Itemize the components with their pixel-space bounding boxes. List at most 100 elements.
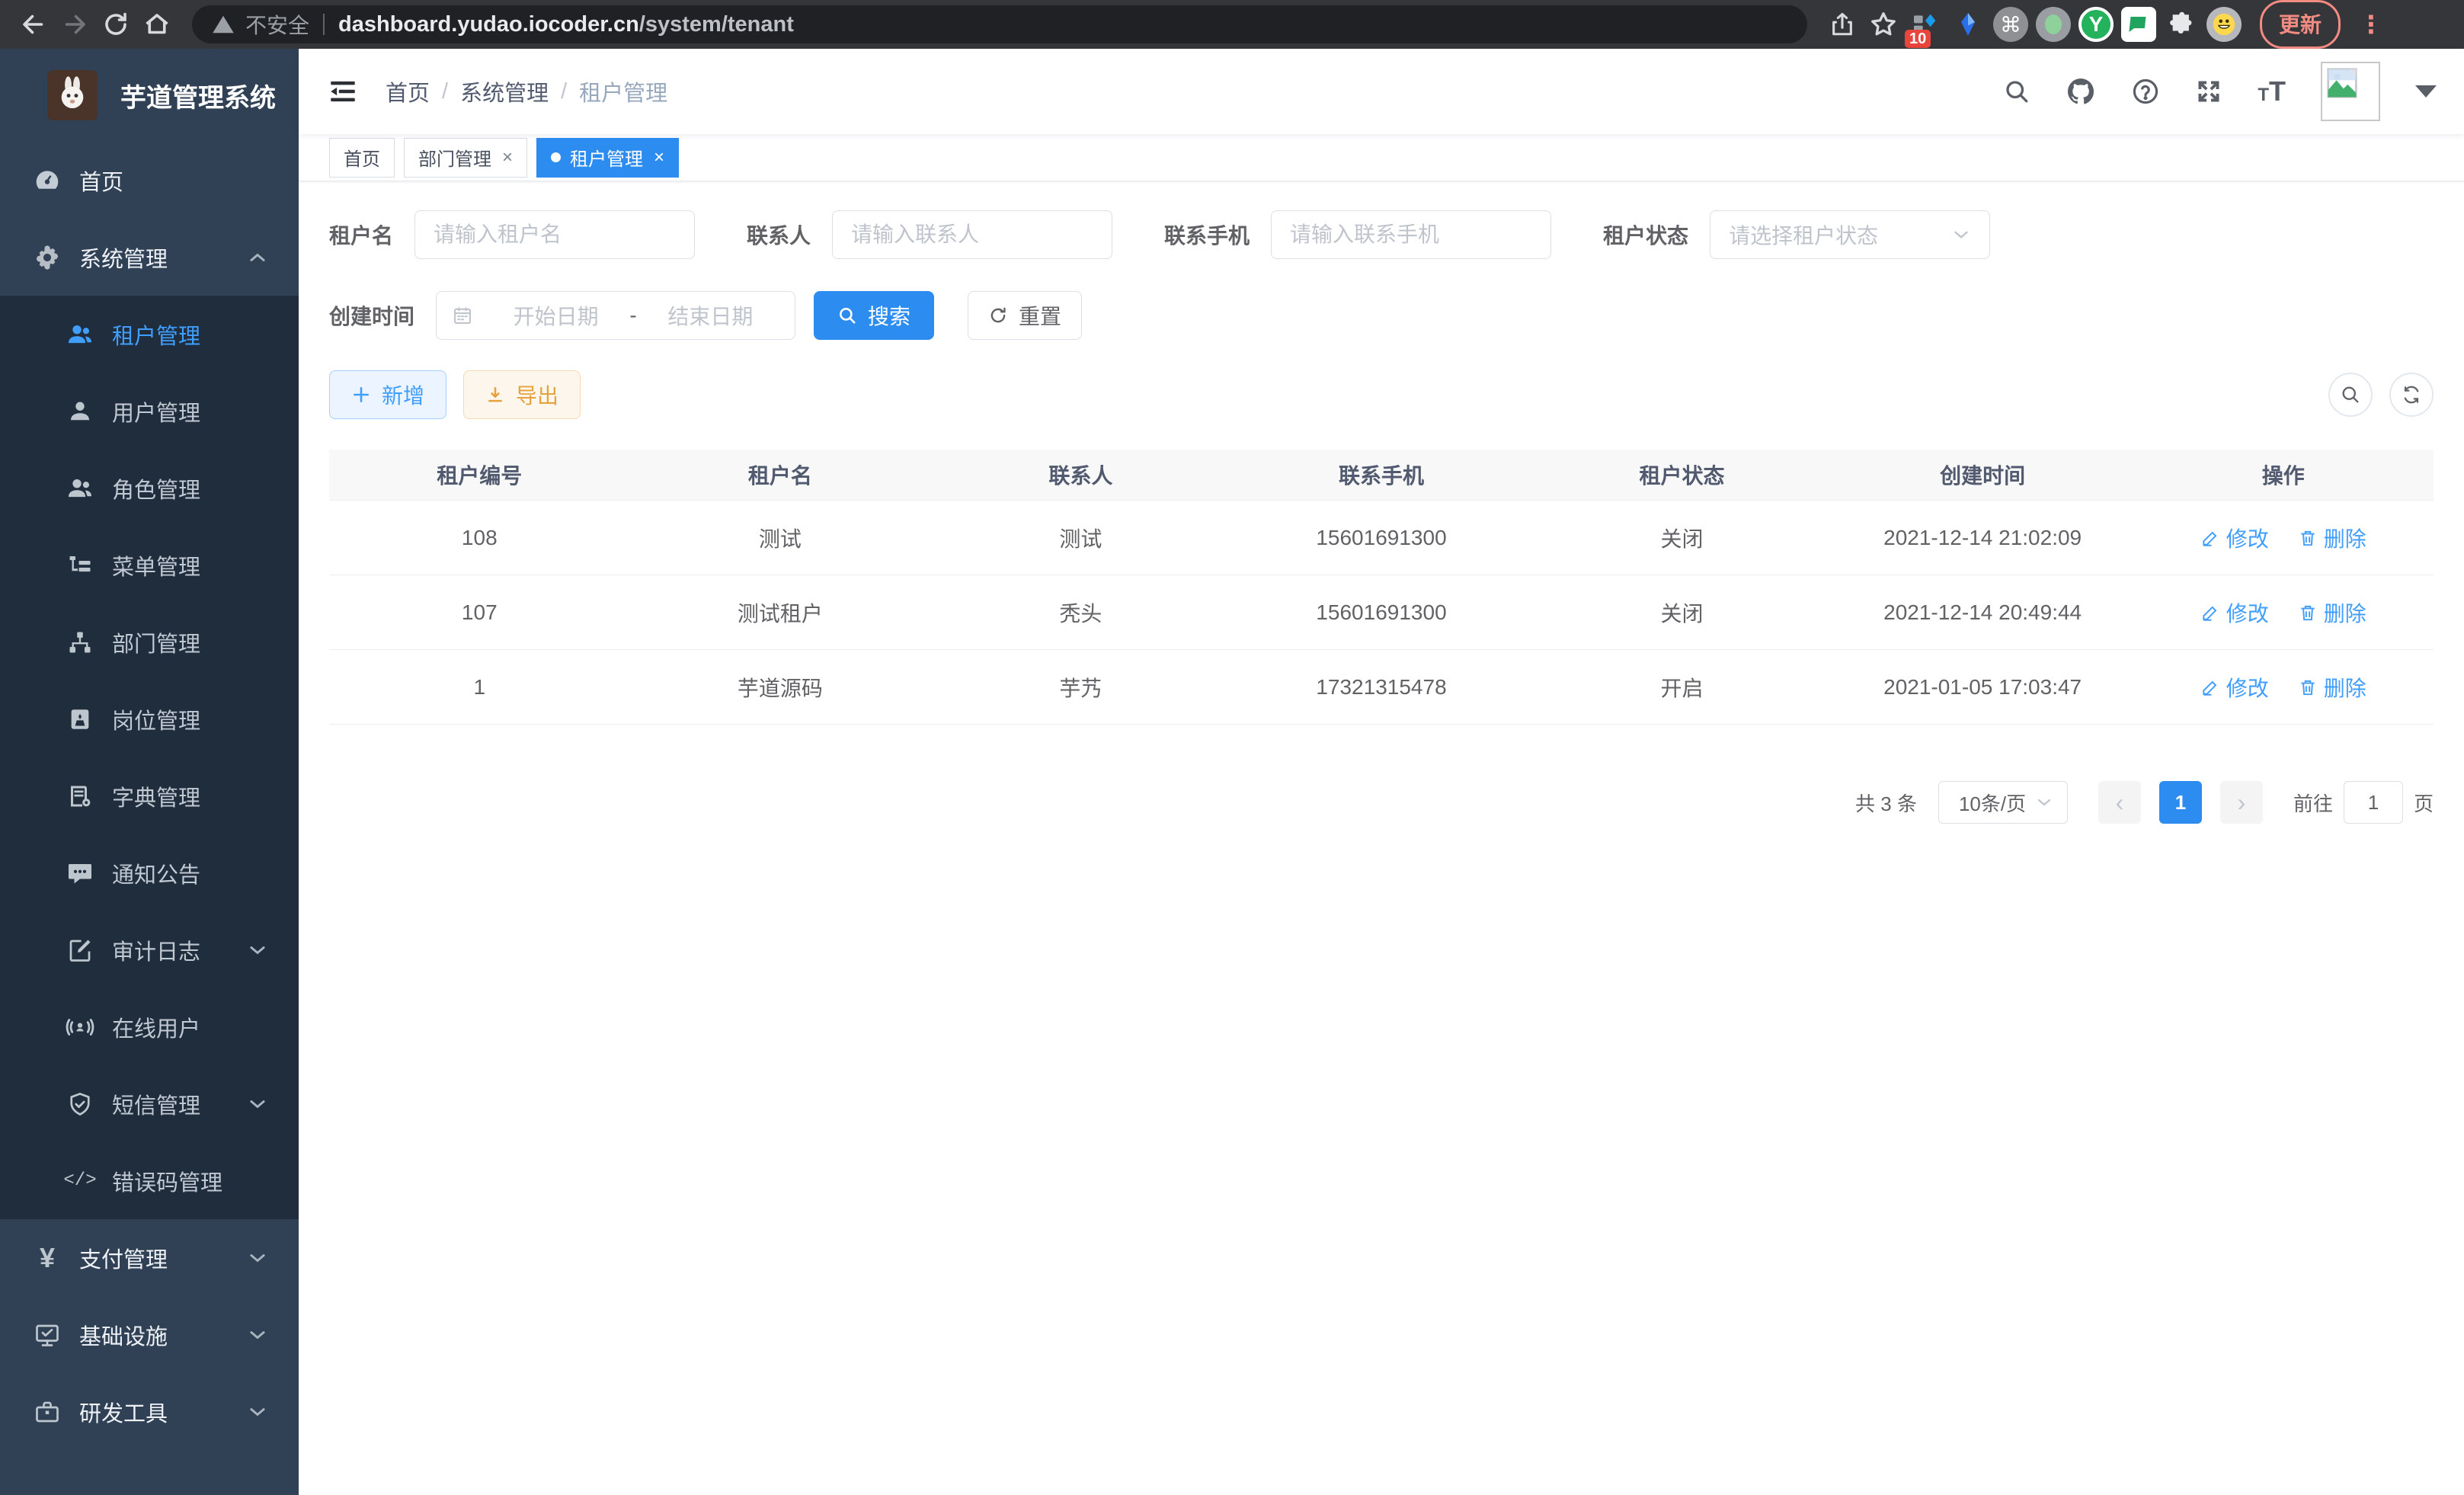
- fullscreen-icon[interactable]: [2195, 78, 2222, 105]
- show-search-toggle-button[interactable]: [2328, 373, 2373, 417]
- extension-green-dot-icon[interactable]: [2036, 7, 2071, 42]
- extension-tag-manager-icon[interactable]: 10: [1908, 7, 1943, 42]
- delete-button[interactable]: 删除: [2298, 672, 2366, 703]
- sidebar-item-label: 租户管理: [112, 319, 200, 351]
- search-button[interactable]: 搜索: [814, 291, 934, 340]
- edit-button[interactable]: 修改: [2200, 597, 2269, 628]
- caret-down-icon[interactable]: [2415, 85, 2437, 98]
- status-select[interactable]: 请选择租户状态: [1710, 210, 1990, 259]
- current-page-button[interactable]: 1: [2159, 781, 2202, 824]
- sidebar-item-infra[interactable]: 基础设施: [0, 1296, 299, 1373]
- share-icon[interactable]: [1826, 8, 1859, 41]
- edit-button[interactable]: 修改: [2200, 672, 2269, 703]
- breadcrumb-separator: /: [442, 79, 448, 104]
- tab-home[interactable]: 首页: [329, 138, 395, 178]
- reload-icon[interactable]: [99, 8, 133, 41]
- sidebar-item-label: 审计日志: [112, 934, 200, 966]
- sidebar-fold-icon[interactable]: [326, 75, 360, 108]
- download-icon: [485, 385, 505, 405]
- delete-button[interactable]: 删除: [2298, 597, 2366, 628]
- page-content: 租户名 联系人 联系手机 租户状态 请选择租户状态: [299, 181, 2464, 1495]
- mobile-input[interactable]: [1271, 210, 1551, 259]
- reset-button[interactable]: 重置: [968, 291, 1082, 340]
- sidebar-item-dept[interactable]: 部门管理: [0, 603, 299, 680]
- avatar[interactable]: [2321, 62, 2380, 121]
- url-separator: [323, 14, 325, 35]
- goto-page-input[interactable]: [2344, 781, 2403, 824]
- puzzle-icon[interactable]: [2164, 7, 2199, 42]
- forward-icon[interactable]: [58, 8, 91, 41]
- sidebar-item-error-code[interactable]: </> 错误码管理: [0, 1142, 299, 1219]
- extension-kite-icon[interactable]: [1950, 7, 1986, 42]
- sidebar-item-label: 用户管理: [112, 395, 200, 427]
- delete-button[interactable]: 删除: [2298, 523, 2366, 553]
- status-cell: 关闭: [1531, 501, 1832, 575]
- refresh-table-button[interactable]: [2389, 373, 2434, 417]
- sidebar-item-notice[interactable]: 通知公告: [0, 834, 299, 911]
- code-icon: </>: [65, 1166, 95, 1196]
- contact-cell: 秃头: [930, 575, 1231, 649]
- tab-dept[interactable]: 部门管理 ×: [404, 138, 527, 178]
- extension-y-icon[interactable]: Y: [2078, 7, 2114, 42]
- sidebar-item-user[interactable]: 用户管理: [0, 373, 299, 450]
- export-button[interactable]: 导出: [463, 370, 581, 419]
- sidebar-item-label: 在线用户: [112, 1011, 200, 1043]
- sidebar-item-label: 角色管理: [112, 472, 200, 504]
- font-size-icon[interactable]: TT: [2258, 75, 2286, 107]
- sidebar-item-home[interactable]: 首页: [0, 142, 299, 219]
- tenant-id-cell: 107: [329, 575, 630, 649]
- column-header: 创建时间: [1832, 450, 2133, 500]
- created-cell: 2021-01-05 17:03:47: [1832, 650, 2133, 724]
- shield-icon: [65, 1089, 95, 1119]
- profile-avatar-icon[interactable]: [2206, 7, 2242, 42]
- sidebar-item-payment[interactable]: ¥ 支付管理: [0, 1219, 299, 1296]
- browser-menu-icon[interactable]: ⋮: [2359, 10, 2383, 39]
- back-icon[interactable]: [17, 8, 50, 41]
- breadcrumb-home[interactable]: 首页: [386, 75, 430, 107]
- tree-table-icon: [65, 550, 95, 581]
- sidebar-item-label: 错误码管理: [112, 1165, 222, 1197]
- sidebar-item-menu[interactable]: 菜单管理: [0, 527, 299, 603]
- breadcrumb-system[interactable]: 系统管理: [460, 75, 549, 107]
- sidebar-item-devtools[interactable]: 研发工具: [0, 1373, 299, 1450]
- create-time-range-input[interactable]: 开始日期 - 结束日期: [436, 291, 795, 340]
- column-header: 租户状态: [1531, 450, 1832, 500]
- tenant-name-label: 租户名: [329, 219, 393, 250]
- sidebar-item-sms[interactable]: 短信管理: [0, 1065, 299, 1142]
- sidebar-item-audit-log[interactable]: 审计日志: [0, 911, 299, 988]
- url-bar[interactable]: 不安全 dashboard.yudao.iocoder.cn/system/te…: [192, 5, 1807, 43]
- tab-label: 租户管理: [570, 144, 643, 171]
- mobile-cell: 15601691300: [1231, 575, 1532, 649]
- sidebar-item-dict[interactable]: 字典管理: [0, 757, 299, 834]
- search-icon[interactable]: [2003, 78, 2030, 105]
- gear-icon: [32, 242, 62, 273]
- sidebar-item-role[interactable]: 角色管理: [0, 450, 299, 527]
- contact-input[interactable]: [832, 210, 1112, 259]
- next-page-button[interactable]: ›: [2220, 781, 2263, 824]
- prev-page-button[interactable]: ‹: [2098, 781, 2141, 824]
- star-icon[interactable]: [1867, 8, 1900, 41]
- question-icon[interactable]: [2131, 77, 2160, 106]
- sidebar-item-system[interactable]: 系统管理: [0, 219, 299, 296]
- home-icon[interactable]: [140, 8, 174, 41]
- sidebar-item-tenant[interactable]: 租户管理: [0, 296, 299, 373]
- sidebar-item-online-users[interactable]: 在线用户: [0, 988, 299, 1065]
- sidebar-logo[interactable]: 芋道管理系统: [0, 49, 299, 142]
- breadcrumb-separator: /: [561, 79, 567, 104]
- add-button[interactable]: 新增: [329, 370, 446, 419]
- security-label[interactable]: 不安全: [245, 9, 309, 40]
- status-cell: 开启: [1531, 650, 1832, 724]
- extension-command-icon[interactable]: ⌘: [1993, 7, 2028, 42]
- close-icon[interactable]: ×: [502, 147, 513, 168]
- edit-button[interactable]: 修改: [2200, 523, 2269, 553]
- tab-tenant[interactable]: 租户管理 ×: [536, 138, 679, 178]
- update-button[interactable]: 更新: [2260, 0, 2341, 49]
- github-icon[interactable]: [2066, 76, 2096, 107]
- tenant-name-input[interactable]: [414, 210, 695, 259]
- page-size-select[interactable]: 10条/页: [1938, 781, 2068, 824]
- sidebar-item-post[interactable]: 岗位管理: [0, 680, 299, 757]
- close-icon[interactable]: ×: [654, 147, 664, 168]
- url-text[interactable]: dashboard.yudao.iocoder.cn/system/tenant: [338, 12, 794, 37]
- extension-chat-icon[interactable]: [2121, 7, 2156, 42]
- chevron-up-icon: [247, 247, 268, 268]
